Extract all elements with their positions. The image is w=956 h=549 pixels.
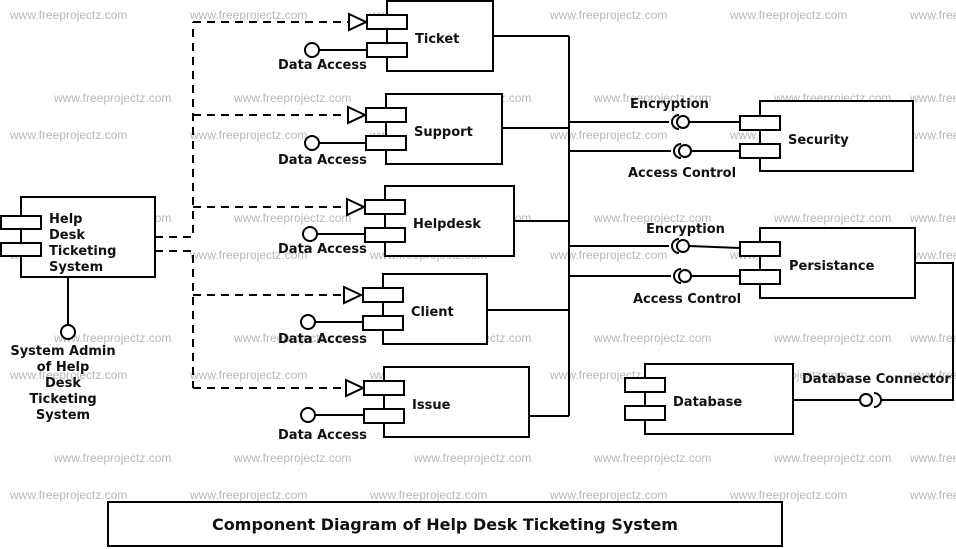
component-support[interactable]: Data Access Support [278, 93, 503, 168]
interface-system-admin: System Admin of Help Desk Ticketing Syst… [10, 277, 116, 423]
security-access-control-label: Access Control [628, 166, 736, 181]
provided-interface-icon [304, 42, 320, 58]
diagram-title-box: Component Diagram of Help Desk Ticketing… [107, 501, 783, 547]
component-port-icon [365, 107, 407, 123]
main-name-line-3: Ticketing [49, 244, 116, 259]
provided-interface-icon [676, 239, 690, 253]
provided-interface-icon [678, 144, 692, 158]
ticket-interface-label: Data Access [278, 58, 367, 73]
component-port-icon [363, 408, 405, 424]
component-port-icon [739, 241, 781, 257]
required-interface-socket-icon [873, 392, 882, 408]
client-interface-label: Data Access [278, 332, 367, 347]
component-diagram: Help Desk Ticketing System System Admin … [0, 0, 954, 547]
admin-label-5: System [36, 408, 90, 423]
component-port-icon [0, 242, 42, 257]
provided-interface-icon [60, 324, 76, 340]
provided-interface-icon [678, 269, 692, 283]
provided-interface-icon [676, 115, 690, 129]
component-port-icon [739, 143, 781, 159]
helpdesk-name: Helpdesk [413, 217, 481, 232]
security-name: Security [788, 133, 849, 148]
component-ticket[interactable]: Data Access Ticket [278, 0, 494, 73]
provided-interface-icon [859, 393, 873, 407]
diagram-title: Component Diagram of Help Desk Ticketing… [212, 515, 678, 534]
admin-label-4: Ticketing [29, 392, 96, 407]
component-port-icon [624, 377, 666, 393]
admin-label-2: of Help [37, 360, 90, 375]
helpdesk-interface-label: Data Access [278, 242, 367, 257]
provided-interface-icon [300, 314, 316, 330]
component-port-icon [624, 405, 666, 421]
realization-arrow-icon [345, 378, 366, 398]
admin-label-1: System Admin [10, 344, 115, 359]
realization-arrow-icon [347, 105, 368, 125]
component-helpdesk[interactable]: Data Access Helpdesk [278, 185, 515, 257]
support-name: Support [414, 125, 473, 140]
component-security[interactable]: Encryption Access Control Security [628, 97, 914, 181]
client-name: Client [411, 305, 454, 320]
main-name-line-1: Help [49, 212, 82, 227]
component-port-icon [366, 42, 408, 58]
component-port-icon [366, 14, 408, 30]
component-port-icon [362, 287, 404, 303]
provided-interface-icon [302, 226, 318, 242]
component-persistance[interactable]: Encryption Access Control Persistance [633, 222, 916, 307]
component-port-icon [362, 315, 404, 331]
issue-name: Issue [412, 398, 451, 413]
realization-arrow-icon [348, 12, 369, 32]
component-help-desk-ticketing-system[interactable]: Help Desk Ticketing System [0, 196, 156, 278]
main-name-line-4: System [49, 260, 103, 275]
admin-label-3: Desk [45, 376, 81, 391]
component-database[interactable]: Database [624, 363, 794, 435]
main-name-line-2: Desk [49, 228, 85, 243]
realization-arrow-icon [346, 197, 367, 217]
component-issue[interactable]: Data Access Issue [278, 366, 530, 443]
database-name: Database [673, 395, 742, 410]
component-port-icon [739, 269, 781, 285]
component-port-icon [0, 215, 42, 230]
support-interface-label: Data Access [278, 153, 367, 168]
component-port-icon [739, 115, 781, 131]
ticket-name: Ticket [415, 32, 459, 47]
provided-interface-icon [304, 135, 320, 151]
component-client[interactable]: Data Access Client [278, 273, 488, 347]
component-port-icon [363, 380, 405, 396]
provided-interface-icon [300, 407, 316, 423]
realization-arrow-icon [343, 285, 364, 305]
component-port-icon [364, 227, 406, 243]
issue-interface-label: Data Access [278, 428, 367, 443]
database-connector-label: Database Connector [802, 372, 951, 387]
persistance-access-control-label: Access Control [633, 292, 741, 307]
persistance-encryption-label: Encryption [646, 222, 725, 237]
security-encryption-label: Encryption [630, 97, 709, 112]
component-port-icon [365, 135, 407, 151]
persistance-name: Persistance [789, 259, 875, 274]
component-port-icon [364, 199, 406, 215]
